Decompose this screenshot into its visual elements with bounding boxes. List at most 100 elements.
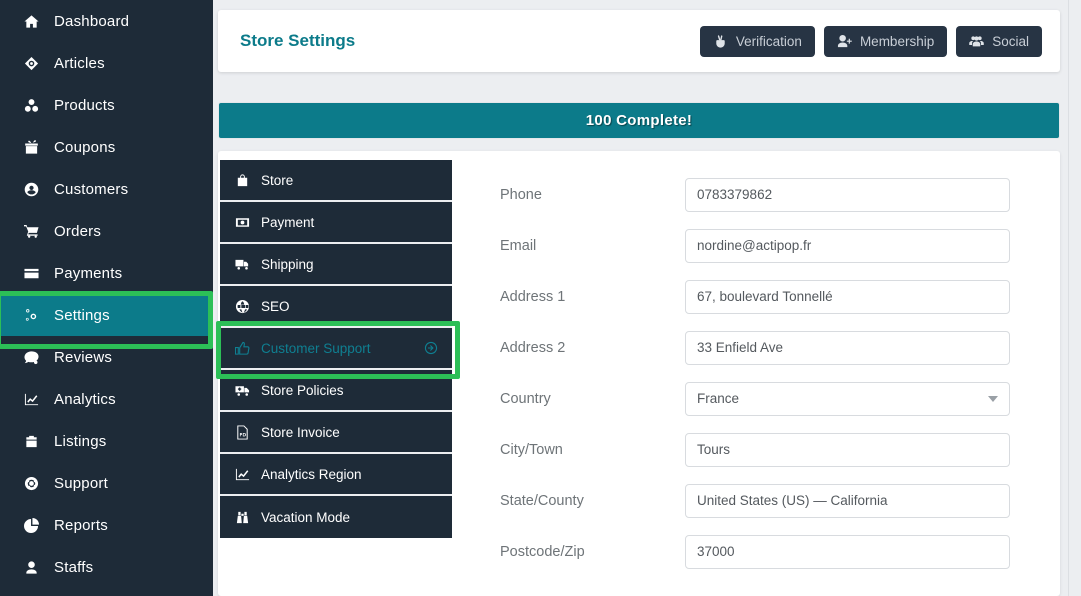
page-scrollbar-track[interactable] — [1068, 0, 1081, 596]
button-label: Membership — [859, 33, 935, 49]
tab-label: SEO — [261, 298, 290, 314]
tab-label: Store Policies — [261, 382, 344, 398]
sidebar-item-label: Articles — [54, 54, 105, 72]
sidebar-item-label: Reviews — [54, 348, 113, 366]
chart-line-icon — [235, 467, 261, 482]
sidebar-item-orders[interactable]: Orders — [0, 210, 213, 252]
settings-tab-list: Store Payment Shipping SEO Customer Support S… — [220, 160, 452, 538]
main-content: Store Settings Verification Membership Soc… — [218, 0, 1068, 596]
label-postcode-zip: Postcode/Zip — [500, 543, 585, 560]
file-pdf-icon — [235, 424, 261, 440]
label-address-1: Address 1 — [500, 288, 566, 305]
field-value: nordine@actipop.fr — [697, 238, 812, 253]
sidebar-item-analytics[interactable]: Analytics — [0, 378, 213, 420]
verification-button[interactable]: Verification — [699, 25, 815, 57]
sidebar-item-label: Dashboard — [54, 12, 130, 30]
sidebar-item-staffs[interactable]: Staffs — [0, 546, 213, 588]
user-plus-icon — [837, 34, 852, 49]
articles-icon — [24, 56, 54, 71]
sidebar-item-label: Analytics — [54, 390, 116, 408]
field-value: 37000 — [697, 544, 735, 559]
sidebar-item-listings[interactable]: Listings — [0, 420, 213, 462]
sidebar-item-articles[interactable]: Articles — [0, 42, 213, 84]
chart-line-icon — [24, 392, 54, 407]
label-state-county: State/County — [500, 492, 584, 509]
input-state-county[interactable]: United States (US) — California — [685, 483, 1010, 518]
sidebar-item-label: Support — [54, 474, 108, 492]
label-city-town: City/Town — [500, 441, 563, 458]
progress-label: 100 Complete! — [585, 112, 693, 129]
sidebar-item-payments[interactable]: Payments — [0, 252, 213, 294]
app-root: Dashboard Articles Products Coupons Customer… — [0, 0, 1081, 596]
label-address-2: Address 2 — [500, 339, 566, 356]
sidebar-item-dashboard[interactable]: Dashboard — [0, 0, 213, 42]
sidebar-item-label: Staffs — [54, 558, 94, 576]
shopping-bag-icon — [235, 173, 261, 188]
input-city-town[interactable]: Tours — [685, 432, 1010, 467]
tab-seo[interactable]: SEO — [220, 286, 452, 328]
input-address-2[interactable]: 33 Enfield Ave — [685, 330, 1010, 365]
tab-shipping[interactable]: Shipping — [220, 244, 452, 286]
settings-content-card: Store Payment Shipping SEO Customer Support S… — [218, 151, 1060, 596]
gears-icon — [24, 308, 54, 323]
sidebar-item-customers[interactable]: Customers — [0, 168, 213, 210]
tab-store-invoice[interactable]: Store Invoice — [220, 412, 452, 454]
input-email[interactable]: nordine@actipop.fr — [685, 228, 1010, 263]
sidebar-item-reports[interactable]: Reports — [0, 504, 213, 546]
tab-vacation-mode[interactable]: Vacation Mode — [220, 496, 452, 538]
tab-label: Analytics Region — [261, 466, 362, 482]
sidebar-item-label: Products — [54, 96, 115, 114]
arrow-circle-right-icon[interactable] — [424, 341, 438, 355]
page-header-card: Store Settings Verification Membership Soc… — [218, 10, 1060, 72]
label-email: Email — [500, 237, 537, 254]
label-phone: Phone — [500, 186, 542, 203]
lifering-icon — [24, 476, 54, 491]
social-button[interactable]: Social — [956, 25, 1042, 57]
truck-icon — [235, 257, 261, 272]
credit-card-icon — [24, 266, 54, 281]
hand-peace-icon — [713, 34, 728, 49]
cart-icon — [24, 224, 54, 239]
form-row: Postcode/Zip 37000 — [500, 526, 1045, 577]
sidebar-item-products[interactable]: Products — [0, 84, 213, 126]
sidebar-item-coupons[interactable]: Coupons — [0, 126, 213, 168]
users-group-icon — [969, 34, 984, 49]
chevron-down-icon — [988, 395, 998, 402]
user-icon — [24, 560, 54, 575]
user-circle-icon — [24, 182, 54, 197]
tab-label: Store Invoice — [261, 424, 340, 440]
briefcase-icon — [24, 434, 54, 449]
page-title: Store Settings — [240, 31, 356, 50]
main-sidebar: Dashboard Articles Products Coupons Customer… — [0, 0, 213, 596]
sidebar-item-support[interactable]: Support — [0, 462, 213, 504]
field-value: 33 Enfield Ave — [697, 340, 784, 355]
form-row: Phone 0783379862 — [500, 169, 1045, 220]
form-row: City/Town Tours — [500, 424, 1045, 475]
home-icon — [24, 14, 54, 29]
sidebar-item-label: Payments — [54, 264, 123, 282]
products-icon — [24, 98, 54, 113]
input-address-1[interactable]: 67, boulevard Tonnellé — [685, 279, 1010, 314]
tab-store-policies[interactable]: Store Policies — [220, 370, 452, 412]
sidebar-item-reviews[interactable]: Reviews — [0, 336, 213, 378]
thumbs-up-icon — [235, 341, 261, 356]
globe-icon — [235, 299, 261, 314]
pie-chart-icon — [24, 517, 54, 533]
input-phone[interactable]: 0783379862 — [685, 177, 1010, 212]
form-row: Email nordine@actipop.fr — [500, 220, 1045, 271]
tab-customer-support[interactable]: Customer Support — [220, 328, 452, 370]
input-postcode-zip[interactable]: 37000 — [685, 534, 1010, 569]
label-country: Country — [500, 390, 551, 407]
tab-analytics-region[interactable]: Analytics Region — [220, 454, 452, 496]
tab-label: Shipping — [261, 256, 314, 272]
sidebar-item-label: Settings — [54, 306, 110, 324]
tab-payment[interactable]: Payment — [220, 202, 452, 244]
sidebar-item-settings[interactable]: Settings — [0, 294, 213, 336]
gift-icon — [24, 139, 54, 155]
membership-button[interactable]: Membership — [823, 25, 948, 57]
sidebar-item-label: Reports — [54, 516, 108, 534]
tab-store[interactable]: Store — [220, 160, 452, 202]
field-value: 67, boulevard Tonnellé — [697, 289, 833, 304]
select-country[interactable]: France — [685, 381, 1010, 416]
money-bill-icon — [235, 215, 261, 230]
